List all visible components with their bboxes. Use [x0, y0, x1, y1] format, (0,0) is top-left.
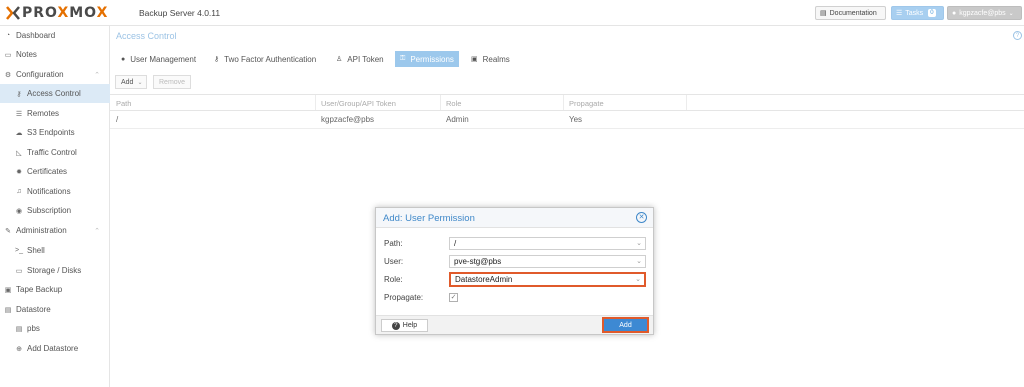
column-header-propagate[interactable]: Propagate — [569, 99, 604, 108]
logo-wordmark: PROXMOX — [22, 5, 109, 21]
database-icon: ▤ — [4, 306, 12, 314]
cell-path: / — [116, 115, 119, 124]
server-icon: ☰ — [15, 110, 23, 118]
top-header: PROXMOX Backup Server 4.0.11 ▤ Documenta… — [0, 0, 1024, 26]
logo-x-icon — [6, 6, 20, 20]
role-label: Role: — [384, 275, 403, 284]
sidebar-item-dashboard[interactable]: ◔ Dashboard — [0, 26, 110, 45]
tab-two-factor-authentication[interactable]: ⚷ Two Factor Authentication — [209, 51, 321, 67]
gears-icon: ⚙ — [4, 71, 12, 79]
chevron-up-icon[interactable]: ⌃ — [94, 227, 100, 235]
support-icon: ◉ — [15, 207, 23, 215]
sidebar-item-pbs[interactable]: ▤ pbs — [0, 319, 110, 338]
path-label: Path: — [384, 239, 403, 248]
permissions-grid-header: Path User/Group/API Token Role Propagate — [110, 94, 1024, 111]
column-divider — [440, 95, 441, 110]
chevron-down-icon: ⌄ — [137, 79, 143, 86]
cell-user: kgpzacfe@pbs — [321, 115, 375, 124]
add-user-permission-dialog: Add: User Permission ✕ Path: / ⌄ User: p… — [375, 207, 654, 335]
help-icon[interactable]: ? — [1013, 31, 1022, 40]
column-header-user[interactable]: User/Group/API Token — [321, 99, 396, 108]
chevron-down-icon[interactable]: ⌄ — [636, 238, 642, 249]
sidebar-item-configuration[interactable]: ⚙ Configuration ⌃ — [0, 65, 110, 84]
sidebar-item-traffic-control[interactable]: ◺ Traffic Control — [0, 143, 110, 162]
book-icon: ▤ — [820, 10, 827, 17]
cell-propagate: Yes — [569, 115, 583, 124]
propagate-checkbox[interactable]: ✓ — [449, 293, 458, 302]
user-o-icon: ♙ — [336, 56, 343, 63]
sidebar-item-remotes[interactable]: ☰ Remotes — [0, 104, 110, 123]
column-divider — [315, 95, 316, 110]
cloud-icon: ☁ — [15, 129, 23, 137]
sidebar-item-notes[interactable]: ▭ Notes — [0, 45, 110, 64]
dialog-title: Add: User Permission — [383, 213, 475, 224]
question-circle-icon: ? — [391, 321, 400, 330]
database-icon: ▤ — [15, 325, 23, 333]
tab-permissions[interactable]: ⚿ Permissions — [395, 51, 459, 67]
sidebar-item-subscription[interactable]: ◉ Subscription — [0, 201, 110, 220]
close-icon[interactable]: ✕ — [636, 212, 647, 223]
sidebar-item-tape-backup[interactable]: ▣ Tape Backup — [0, 280, 110, 299]
chevron-down-icon[interactable]: ⌄ — [636, 256, 642, 267]
terminal-icon: >_ — [15, 247, 23, 254]
certificate-icon: ✹ — [16, 168, 22, 176]
documentation-button[interactable]: ▤ Documentation — [815, 6, 886, 20]
sidebar-item-add-datastore[interactable]: ⊕ Add Datastore — [0, 339, 110, 358]
dialog-header: Add: User Permission ✕ — [376, 208, 653, 228]
key-icon: ⚷ — [16, 90, 22, 98]
wrench-icon: ✎ — [5, 227, 11, 235]
sidebar-item-access-control[interactable]: ⚷ Access Control — [0, 84, 110, 103]
column-divider — [686, 95, 687, 110]
propagate-label: Propagate: — [384, 293, 424, 302]
chevron-down-icon: ⌄ — [1008, 10, 1014, 17]
sidebar-item-certificates[interactable]: ✹ Certificates — [0, 162, 110, 181]
tab-api-token[interactable]: ♙ API Token — [331, 51, 389, 67]
hdd-icon: ▭ — [15, 267, 23, 275]
column-header-role[interactable]: Role — [446, 99, 461, 108]
user-label: User: — [384, 257, 404, 266]
sidebar: ◔ Dashboard ▭ Notes ⚙ Configuration ⌃ ⚷ Acce… — [0, 26, 110, 387]
sidebar-item-storage-disks[interactable]: ▭ Storage / Disks — [0, 261, 110, 280]
table-row[interactable]: / kgpzacfe@pbs Admin Yes — [110, 111, 1024, 129]
sidebar-item-administration[interactable]: ✎ Administration ⌃ — [0, 221, 110, 240]
sidebar-item-datastore[interactable]: ▤ Datastore — [0, 300, 110, 319]
unlock-icon: ⚿ — [400, 55, 406, 62]
address-book-icon: ▣ — [471, 56, 478, 63]
dialog-footer: ? Help Add — [376, 315, 653, 334]
plus-circle-icon: ⊕ — [16, 345, 22, 353]
column-divider — [563, 95, 564, 110]
chevron-up-icon[interactable]: ⌃ — [94, 71, 100, 79]
add-button[interactable]: Add ⌄ — [115, 75, 147, 89]
role-combobox[interactable]: DatastoreAdmin ⌄ — [449, 272, 646, 287]
submit-add-button[interactable]: Add — [602, 317, 649, 333]
page-title: Access Control — [116, 31, 177, 41]
tasks-count-badge: 0 — [928, 9, 936, 17]
key-icon: ⚷ — [214, 56, 220, 63]
remove-button[interactable]: Remove — [153, 75, 191, 89]
notes-icon: ▭ — [4, 51, 12, 59]
path-combobox[interactable]: / ⌄ — [449, 237, 646, 250]
list-icon: ☰ — [896, 10, 903, 17]
tasks-button[interactable]: ☰ Tasks 0 — [891, 6, 944, 20]
tab-realms[interactable]: ▣ Realms — [466, 51, 515, 67]
tape-icon: ▣ — [4, 286, 12, 294]
chevron-down-icon[interactable]: ⌄ — [635, 275, 641, 284]
dashboard-icon: ◔ — [5, 32, 11, 39]
chart-icon: ◺ — [16, 149, 22, 157]
user-icon: ● — [952, 9, 957, 17]
user-icon: ● — [121, 55, 126, 63]
help-button[interactable]: ? Help — [381, 319, 428, 332]
product-version: Backup Server 4.0.11 — [139, 8, 221, 18]
proxmox-logo[interactable]: PROXMOX — [6, 4, 108, 22]
user-menu-button[interactable]: ● kgpzacfe@pbs ⌄ — [947, 6, 1022, 20]
cell-role: Admin — [446, 115, 469, 124]
tab-user-management[interactable]: ● User Management — [116, 51, 201, 67]
column-header-path[interactable]: Path — [116, 99, 131, 108]
sidebar-item-shell[interactable]: >_ Shell — [0, 241, 110, 260]
sidebar-item-notifications[interactable]: ♫ Notifications — [0, 182, 110, 201]
sidebar-item-s3-endpoints[interactable]: ☁ S3 Endpoints — [0, 123, 110, 142]
user-combobox[interactable]: pve-stg@pbs ⌄ — [449, 255, 646, 268]
bell-icon: ♫ — [16, 188, 22, 195]
